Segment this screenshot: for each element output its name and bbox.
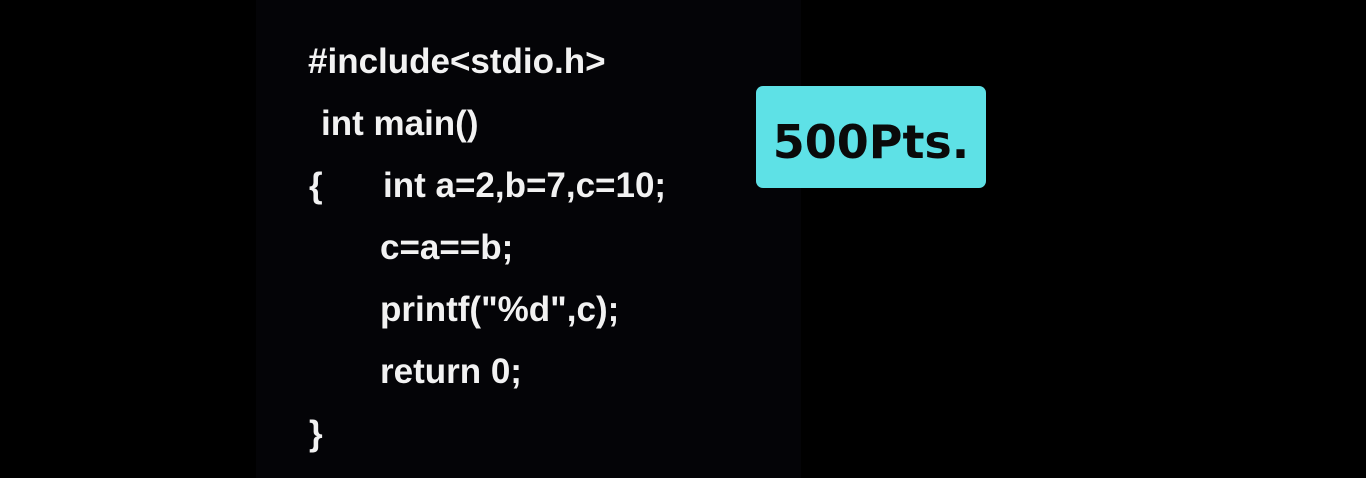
code-line-assignment: c=a==b;	[380, 228, 514, 267]
code-line-printf: printf("%d",c);	[380, 290, 620, 329]
code-line-return: return 0;	[380, 352, 522, 391]
code-line-close-brace: }	[309, 414, 323, 453]
image-canvas: #include<stdio.h> int main() { int a=2,b…	[0, 0, 1366, 478]
code-line-open-brace: {	[309, 166, 323, 205]
points-badge-label: 500Pts.	[772, 115, 970, 169]
points-badge: 500Pts.	[756, 86, 986, 188]
code-line-include: #include<stdio.h>	[308, 42, 606, 81]
code-line-main: int main()	[321, 104, 479, 143]
code-line-declaration: int a=2,b=7,c=10;	[383, 166, 667, 205]
